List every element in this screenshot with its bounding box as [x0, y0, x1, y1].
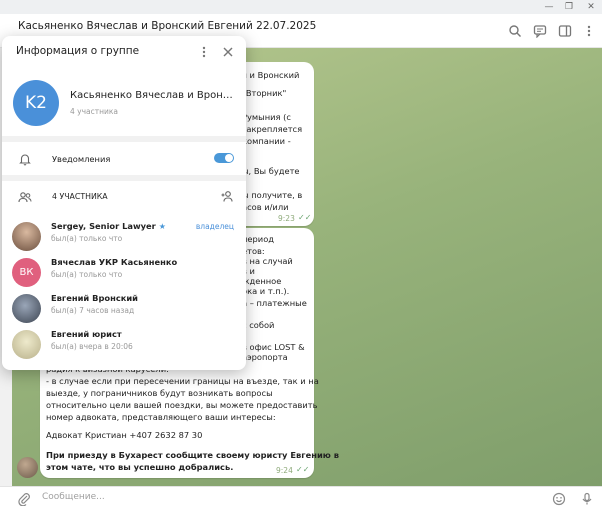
- message-line: асов и/или: [242, 202, 289, 212]
- message-line: - в случае если при пересечении границы …: [46, 376, 319, 386]
- section-divider: [2, 136, 246, 142]
- member-name: Вячеслав УКР Касьяненко: [51, 257, 178, 267]
- toggle-knob: [225, 154, 233, 162]
- microphone-icon[interactable]: [580, 492, 594, 506]
- member-status: был(а) 7 часов назад: [51, 306, 135, 315]
- message-line-bold: этом чате, что вы успешно добрались.: [46, 462, 234, 472]
- users-icon: [18, 192, 32, 203]
- message-line: закрепляется: [242, 124, 303, 134]
- message-line: Адвокат Кристиан +407 2632 87 30: [46, 430, 203, 440]
- search-icon[interactable]: [508, 24, 522, 38]
- message-line: аэропорта: [242, 352, 288, 362]
- sender-avatar[interactable]: [17, 457, 38, 478]
- read-check-icon: ✓✓: [298, 213, 312, 222]
- notifications-label: Уведомления: [52, 154, 111, 164]
- member-role: владелец: [195, 222, 234, 231]
- star-icon: ★: [158, 222, 166, 231]
- member-row[interactable]: Евгений юрист был(а) вчера в 20:06: [2, 326, 246, 362]
- message-line: с собой: [242, 320, 275, 330]
- message-line: относительно цели вашей поездки, вы може…: [46, 400, 318, 410]
- emoji-icon[interactable]: [552, 492, 566, 506]
- message-line: ока и т.п.).: [242, 286, 290, 296]
- message-line: ч и Вронский: [242, 70, 300, 80]
- group-info-panel: Информация о группе K2 Касьяненко Вячесл…: [2, 36, 246, 370]
- message-input-bar: Сообщение...: [0, 486, 602, 512]
- more-vertical-icon[interactable]: [197, 45, 211, 59]
- notifications-toggle[interactable]: [214, 153, 234, 163]
- message-time: 9:23: [278, 214, 295, 223]
- paperclip-icon[interactable]: [17, 492, 31, 506]
- message-time: 9:24: [276, 466, 293, 475]
- message-line: "Вторник": [242, 88, 287, 98]
- more-vertical-icon[interactable]: [582, 24, 596, 38]
- comments-icon[interactable]: [533, 24, 547, 38]
- message-line: ы получите, в: [242, 190, 303, 200]
- message-line-bold: При приезду в Бухарест сообщите своему ю…: [46, 450, 339, 460]
- message-line: а – платежные: [242, 298, 307, 308]
- member-row[interactable]: ВК Вячеслав УКР Касьяненко был(а) только…: [2, 254, 246, 290]
- message-line: жденное: [242, 276, 282, 286]
- member-avatar: [12, 222, 41, 251]
- panel-title: Информация о группе: [16, 45, 140, 57]
- sidebar-icon[interactable]: [558, 24, 572, 38]
- member-status: был(а) вчера в 20:06: [51, 342, 133, 351]
- member-row[interactable]: Евгений Вронский был(а) 7 часов назад: [2, 290, 246, 326]
- close-icon[interactable]: [221, 45, 235, 59]
- member-status: был(а) только что: [51, 270, 123, 279]
- member-row[interactable]: Sergey, Senior Lawyer ★ был(а) только что…: [2, 218, 246, 254]
- group-members-count: 4 участника: [70, 107, 119, 116]
- member-avatar: [12, 294, 41, 323]
- member-name: Евгений юрист: [51, 329, 122, 339]
- group-name: Касьяненко Вячеслав и Вронский Евгений 2…: [70, 90, 238, 101]
- bell-icon: [19, 154, 31, 166]
- section-divider: [2, 175, 246, 181]
- group-avatar[interactable]: K2: [13, 80, 59, 126]
- member-avatar: ВК: [12, 258, 41, 287]
- window-titlebar: — ❐ ✕: [0, 0, 602, 14]
- member-name: Sergey, Senior Lawyer ★: [51, 221, 166, 231]
- message-line: компании -: [242, 136, 291, 146]
- message-line: в на случай: [242, 256, 293, 266]
- message-line: в офис LOST &: [242, 342, 305, 352]
- add-user-icon[interactable]: [220, 189, 234, 203]
- message-line: номер адвоката, представляющего ваши инт…: [46, 412, 276, 422]
- maximize-button[interactable]: ❐: [563, 1, 575, 13]
- message-line: Румыния (с: [242, 112, 291, 122]
- member-name: Евгений Вронский: [51, 293, 138, 303]
- message-input[interactable]: Сообщение...: [42, 492, 105, 502]
- read-check-icon: ✓✓: [296, 465, 310, 474]
- member-avatar: [12, 330, 41, 359]
- window-close-button[interactable]: ✕: [585, 1, 597, 13]
- members-header: 4 УЧАСТНИКА: [52, 192, 108, 201]
- minimize-button[interactable]: —: [543, 1, 555, 13]
- message-line: выезде, у пограничников будут возникать …: [46, 388, 273, 398]
- message-line: период: [242, 234, 275, 244]
- chat-title[interactable]: Касьяненко Вячеслав и Вронский Евгений 2…: [18, 20, 316, 32]
- message-line: ы, Вы будете: [242, 166, 300, 176]
- member-status: был(а) только что: [51, 234, 123, 243]
